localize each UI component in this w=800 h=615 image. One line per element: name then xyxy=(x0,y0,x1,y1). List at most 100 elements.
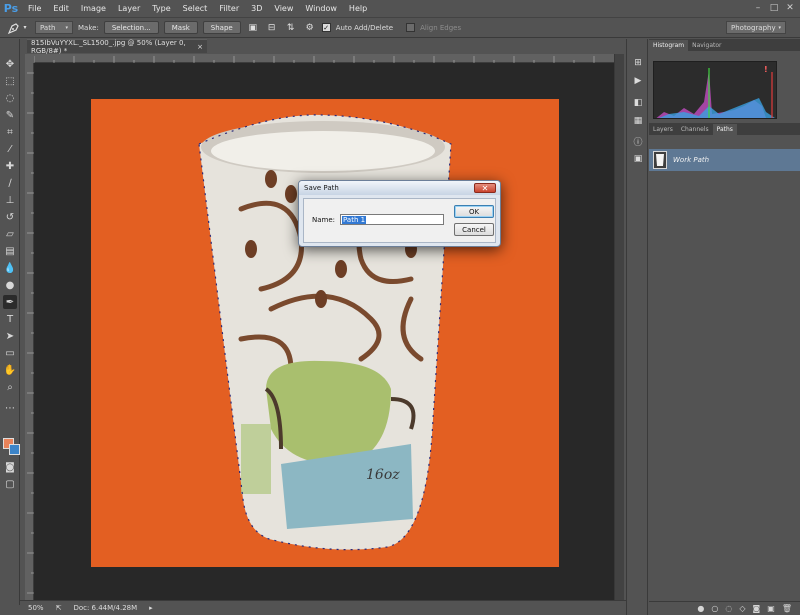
marquee-tool-icon[interactable]: ⬚ xyxy=(3,74,17,88)
menu-bar: Ps File Edit Image Layer Type Select Fil… xyxy=(0,0,800,17)
chevron-down-icon: ▾ xyxy=(778,24,781,31)
auto-add-delete-checkbox[interactable]: ✓ xyxy=(321,23,331,32)
crop-tool-icon[interactable]: ⌗ xyxy=(3,125,17,139)
brush-tool-icon[interactable]: ∕ xyxy=(3,176,17,190)
more-tools-icon[interactable]: ⋯ xyxy=(3,401,17,415)
align-edges-checkbox[interactable] xyxy=(406,23,416,32)
new-path-icon[interactable]: ▣ xyxy=(767,604,775,613)
path-name-label: Name: xyxy=(312,216,336,224)
close-window-button[interactable]: ✕ xyxy=(784,2,796,14)
horizontal-ruler[interactable] xyxy=(34,54,614,63)
menu-edit[interactable]: Edit xyxy=(47,0,75,17)
add-mask-icon[interactable]: ◙ xyxy=(753,604,761,613)
cancel-button[interactable]: Cancel xyxy=(454,223,494,236)
stroke-path-icon[interactable]: ○ xyxy=(711,604,718,613)
path-arrangement-icon[interactable]: ⇅ xyxy=(284,21,298,34)
dialog-title-bar[interactable]: Save Path ✕ xyxy=(299,181,500,195)
histogram-warning-icon[interactable]: ! xyxy=(764,65,774,75)
export-icon[interactable]: ⇱ xyxy=(56,604,62,612)
dodge-tool-icon[interactable]: ● xyxy=(3,278,17,292)
pen-tool-icon[interactable]: ✒ xyxy=(3,295,17,309)
tab-channels[interactable]: Channels xyxy=(677,124,713,135)
menu-view[interactable]: View xyxy=(268,0,299,17)
eyedropper-tool-icon[interactable]: ⁄ xyxy=(3,142,17,156)
menu-3d[interactable]: 3D xyxy=(245,0,268,17)
tab-layers[interactable]: Layers xyxy=(649,124,677,135)
actions-panel-icon[interactable]: ▶ xyxy=(632,75,644,87)
zoom-tool-icon[interactable]: ⌕ xyxy=(3,380,17,394)
menu-image[interactable]: Image xyxy=(75,0,112,17)
make-selection-button[interactable]: Selection... xyxy=(103,21,159,34)
histogram-panel-tabs: Histogram Navigator xyxy=(649,39,800,51)
path-operations-icon[interactable]: ▣ xyxy=(246,21,260,34)
history-panel-icon[interactable]: ⊞ xyxy=(632,57,644,69)
info-panel-icon[interactable]: ⓘ xyxy=(632,135,644,148)
photoshop-logo: Ps xyxy=(3,2,19,15)
menu-select[interactable]: Select xyxy=(177,0,214,17)
screen-mode-icon[interactable]: ▢ xyxy=(3,477,17,491)
menu-layer[interactable]: Layer xyxy=(112,0,146,17)
tab-histogram[interactable]: Histogram xyxy=(649,40,689,51)
make-label: Make: xyxy=(78,23,99,32)
ok-button[interactable]: OK xyxy=(454,205,494,218)
tab-paths[interactable]: Paths xyxy=(712,124,737,135)
document-tab[interactable]: 815IbVuYYXL._SL1500_.jpg @ 50% (Layer 0,… xyxy=(27,39,207,55)
gear-icon[interactable]: ⚙ xyxy=(303,21,317,34)
adjustments-panel-icon[interactable]: ◧ xyxy=(632,97,644,109)
lasso-tool-icon[interactable]: ◌ xyxy=(3,91,17,105)
move-tool-icon[interactable]: ✥ xyxy=(3,57,17,71)
properties-panel-icon[interactable]: ▣ xyxy=(632,153,644,165)
document-tab-close-icon[interactable]: × xyxy=(197,43,203,51)
tab-navigator[interactable]: Navigator xyxy=(688,40,725,51)
dialog-close-button[interactable]: ✕ xyxy=(474,183,496,193)
canvas-vertical-scrollbar[interactable] xyxy=(614,54,624,600)
path-name: Work Path xyxy=(673,156,710,164)
make-mask-button[interactable]: Mask xyxy=(163,21,198,34)
quick-selection-tool-icon[interactable]: ✎ xyxy=(3,108,17,122)
menu-help[interactable]: Help xyxy=(343,0,373,17)
histogram-graph xyxy=(653,61,777,119)
menu-file[interactable]: File xyxy=(22,0,47,17)
pen-tool-preset-icon[interactable]: ▾ xyxy=(4,20,30,35)
clone-stamp-tool-icon[interactable]: ⊥ xyxy=(3,193,17,207)
document-canvas[interactable]: 16oz xyxy=(91,99,559,567)
blur-tool-icon[interactable]: 💧 xyxy=(3,261,17,275)
tool-mode-select[interactable]: Path ▾ xyxy=(35,21,73,34)
quick-mask-icon[interactable]: ◙ xyxy=(3,460,17,474)
status-menu-arrow-icon[interactable]: ▸ xyxy=(149,604,153,612)
vertical-ruler[interactable] xyxy=(25,63,34,600)
history-brush-tool-icon[interactable]: ↺ xyxy=(3,210,17,224)
path-alignment-icon[interactable]: ⊟ xyxy=(265,21,279,34)
hand-tool-icon[interactable]: ✋ xyxy=(3,363,17,377)
maximize-button[interactable]: □ xyxy=(768,2,780,14)
canvas-area[interactable]: 16oz xyxy=(34,63,614,600)
menu-window[interactable]: Window xyxy=(299,0,343,17)
path-thumbnail xyxy=(653,151,667,169)
fill-path-icon[interactable]: ● xyxy=(697,604,704,613)
workspace-select[interactable]: Photography ▾ xyxy=(726,21,786,34)
tools-panel: ✥ ⬚ ◌ ✎ ⌗ ⁄ ✚ ∕ ⊥ ↺ ▱ ▤ 💧 ● ✒ T ➤ ▭ ✋ ⌕ … xyxy=(0,39,20,605)
make-work-path-icon[interactable]: ◇ xyxy=(739,604,745,613)
menu-filter[interactable]: Filter xyxy=(213,0,245,17)
healing-brush-tool-icon[interactable]: ✚ xyxy=(3,159,17,173)
ruler-origin[interactable] xyxy=(25,54,34,63)
minimize-button[interactable]: – xyxy=(752,2,764,14)
cup-size-label: 16oz xyxy=(366,467,400,483)
dialog-body: Name: Path 1 OK Cancel xyxy=(303,198,496,243)
delete-path-icon[interactable]: 🗑 xyxy=(782,604,792,613)
path-name-input[interactable]: Path 1 xyxy=(340,214,444,225)
path-item-work-path[interactable]: Work Path xyxy=(649,149,800,171)
type-tool-icon[interactable]: T xyxy=(3,312,17,326)
load-selection-icon[interactable]: ◌ xyxy=(725,604,732,613)
path-selection-tool-icon[interactable]: ➤ xyxy=(3,329,17,343)
eraser-tool-icon[interactable]: ▱ xyxy=(3,227,17,241)
rectangle-tool-icon[interactable]: ▭ xyxy=(3,346,17,360)
doc-size[interactable]: Doc: 6.44M/4.28M xyxy=(73,604,137,612)
zoom-level[interactable]: 50% xyxy=(28,604,44,612)
menu-type[interactable]: Type xyxy=(146,0,176,17)
background-color-swatch[interactable] xyxy=(9,444,20,455)
gradient-tool-icon[interactable]: ▤ xyxy=(3,244,17,258)
chevron-down-icon: ▾ xyxy=(65,24,68,31)
make-shape-button[interactable]: Shape xyxy=(202,21,241,34)
styles-panel-icon[interactable]: ▦ xyxy=(632,115,644,127)
